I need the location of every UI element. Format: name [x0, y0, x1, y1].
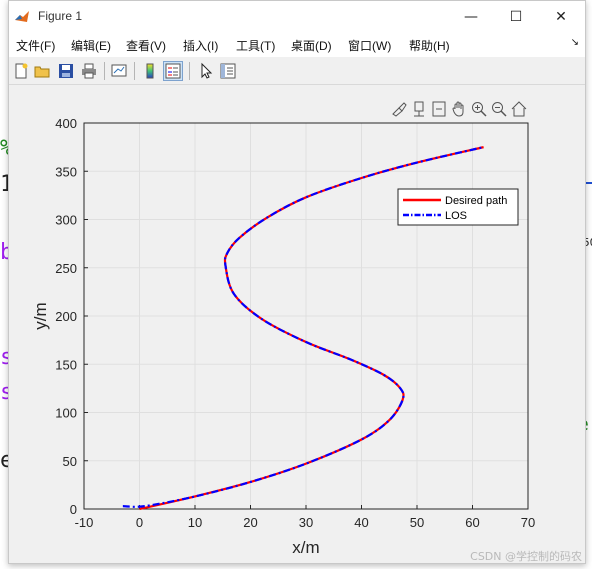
- edit-plot-icon[interactable]: [197, 62, 215, 80]
- zoom-in-icon[interactable]: [470, 100, 488, 118]
- minimize-button[interactable]: —: [451, 3, 491, 31]
- property-inspector-icon[interactable]: [219, 62, 237, 80]
- menu-bar: 文件(F) 编辑(E) 查看(V) 插入(I) 工具(T) 桌面(D) 窗口(W…: [9, 33, 585, 57]
- menu-tools[interactable]: 工具(T): [236, 37, 275, 54]
- maximize-button[interactable]: ☐: [496, 3, 536, 31]
- zoom-out-icon[interactable]: [490, 100, 508, 118]
- new-figure-icon[interactable]: [12, 62, 30, 80]
- matlab-logo-icon: [15, 11, 29, 22]
- save-icon[interactable]: [57, 62, 75, 80]
- pan-icon[interactable]: [450, 100, 468, 118]
- print-icon[interactable]: [80, 62, 98, 80]
- window-title: Figure 1: [38, 9, 83, 23]
- toolbar-separator: [134, 62, 135, 80]
- menu-insert[interactable]: 插入(I): [183, 37, 218, 54]
- figure-toolbar: [9, 58, 585, 85]
- title-bar: Figure 1 — ☐ ✕: [9, 1, 585, 33]
- close-icon: ✕: [555, 9, 567, 25]
- figure-window: Figure 1 — ☐ ✕ 文件(F) 编辑(E) 查看(V) 插入(I) 工…: [8, 0, 586, 564]
- menu-edit[interactable]: 编辑(E): [71, 37, 111, 54]
- menu-window[interactable]: 窗口(W): [348, 37, 391, 54]
- brush-icon[interactable]: [390, 100, 408, 118]
- menu-file[interactable]: 文件(F): [16, 37, 55, 54]
- data-tips-icon[interactable]: [410, 100, 428, 118]
- menu-help[interactable]: 帮助(H): [409, 37, 450, 54]
- link-plot-icon[interactable]: [110, 62, 128, 80]
- insert-colorbar-icon[interactable]: [141, 62, 159, 80]
- toolbar-separator: [189, 62, 190, 80]
- menu-desktop[interactable]: 桌面(D): [291, 37, 332, 54]
- home-icon[interactable]: [510, 100, 528, 118]
- close-button[interactable]: ✕: [541, 3, 581, 31]
- insert-legend-icon[interactable]: [163, 61, 183, 81]
- restore-view-icon[interactable]: [430, 100, 448, 118]
- toolbar-separator: [104, 62, 105, 80]
- minimize-icon: —: [464, 9, 478, 25]
- watermark: CSDN @学控制的码农: [470, 550, 582, 563]
- menu-overflow-icon[interactable]: ↘: [571, 37, 579, 48]
- maximize-icon: ☐: [509, 9, 523, 25]
- menu-view[interactable]: 查看(V): [126, 37, 166, 54]
- open-file-icon[interactable]: [33, 62, 51, 80]
